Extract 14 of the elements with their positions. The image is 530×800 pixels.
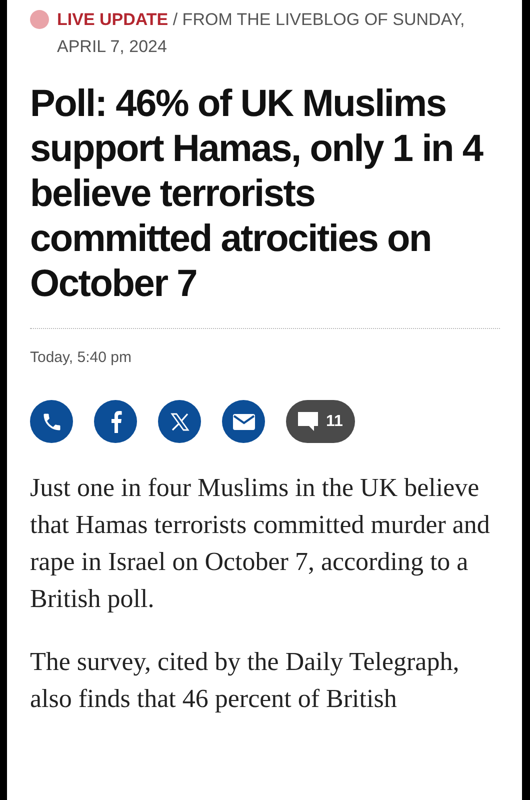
article-paragraph: Just one in four Muslims in the UK believe that Hamas terrorists committed murder and rape in Israel on October 7, according to a British poll. bbox=[30, 472, 491, 615]
email-share-button[interactable] bbox=[222, 400, 265, 443]
timestamp: Today, 5:40 pm bbox=[30, 349, 132, 366]
facebook-share-button[interactable] bbox=[94, 400, 137, 443]
x-share-button[interactable] bbox=[158, 400, 201, 443]
comments-button[interactable]: 11 bbox=[286, 400, 355, 443]
live-update-kicker: LIVE UPDATE / FROM THE LIVEBLOG OF SUNDAY, APRIL 7, 2024 bbox=[57, 9, 466, 58]
whatsapp-share-button[interactable] bbox=[30, 400, 73, 443]
speech-bubble-icon bbox=[298, 412, 318, 431]
article-paragraph: The survey, cited by the Daily Telegraph, also finds that 46 percent of British bbox=[30, 646, 460, 715]
headline: Poll: 46% of UK Muslims support Hamas, only 1 in 4 believe terrorists committed atrocities on October 7 bbox=[30, 82, 484, 307]
envelope-icon bbox=[232, 414, 254, 430]
x-logo-icon bbox=[170, 412, 190, 432]
facebook-icon bbox=[110, 410, 122, 432]
